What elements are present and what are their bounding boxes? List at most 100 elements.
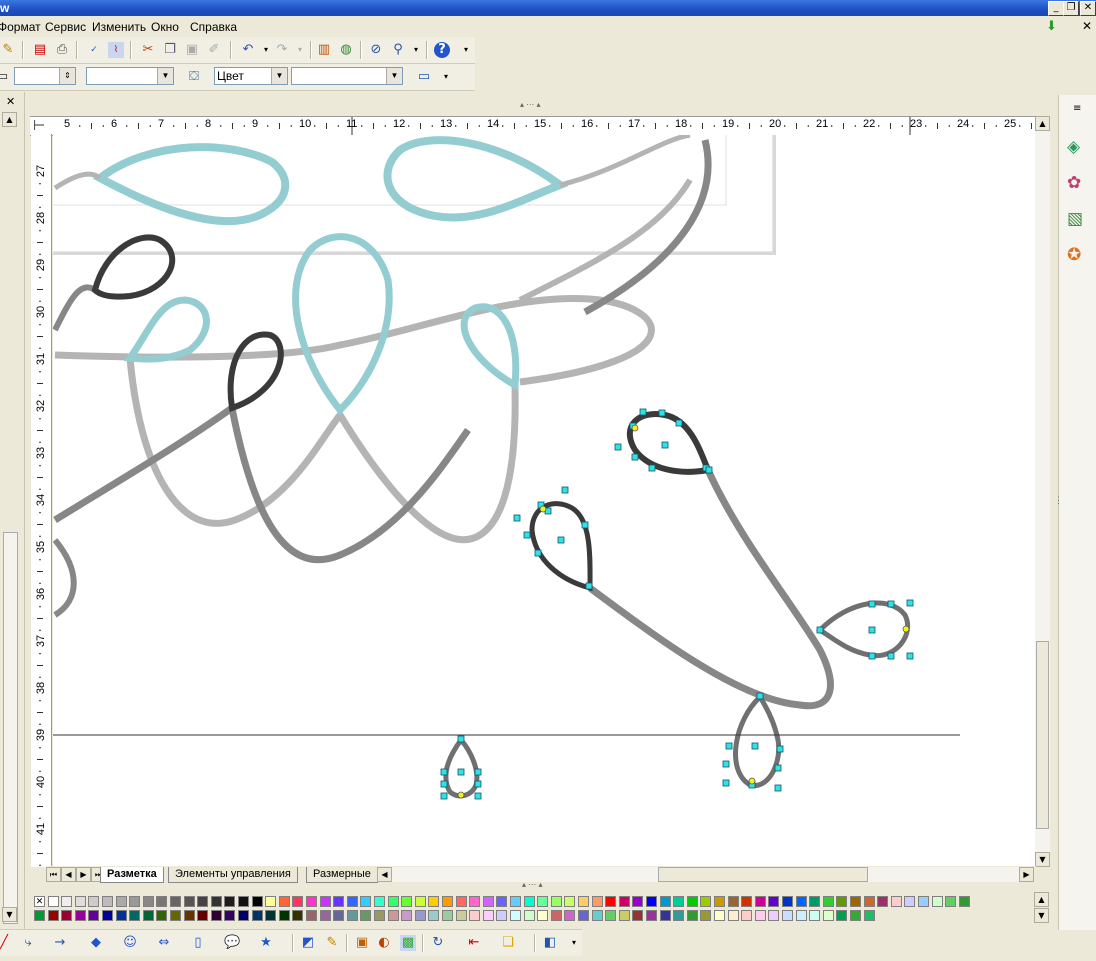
color-swatch[interactable] (306, 910, 317, 921)
control-point[interactable] (457, 791, 465, 799)
scroll-down-icon[interactable]: ▼ (1035, 852, 1050, 867)
scroll-left-icon[interactable]: ◀ (377, 867, 392, 882)
spreadsheet-icon[interactable]: ◍ (338, 42, 354, 58)
line-width-field[interactable]: ⇕ (14, 67, 76, 85)
arrow-icon[interactable]: → (52, 935, 68, 951)
handle[interactable] (561, 486, 569, 494)
color-swatch[interactable] (34, 910, 45, 921)
color-swatch[interactable] (646, 896, 657, 907)
color-swatch[interactable] (754, 896, 766, 907)
color-swatch[interactable] (224, 910, 236, 921)
handle[interactable] (705, 466, 713, 474)
color-swatch[interactable] (414, 910, 426, 921)
color-swatch[interactable] (741, 910, 753, 921)
color-swatch[interactable] (156, 896, 168, 907)
color-swatch[interactable] (850, 910, 861, 921)
color-swatch[interactable] (88, 910, 100, 921)
selected-loop[interactable] (733, 693, 782, 788)
scroll-up-icon[interactable]: ▲ (1035, 116, 1050, 131)
color-swatch[interactable] (265, 910, 277, 921)
handle[interactable] (658, 409, 666, 417)
pdf-icon[interactable]: ▤ (32, 42, 48, 58)
redo-icon[interactable]: ↷ (274, 42, 290, 58)
color-swatch[interactable] (210, 896, 222, 907)
color-swatch[interactable] (537, 896, 549, 907)
selected-loop[interactable] (626, 411, 713, 475)
color-swatch[interactable] (822, 896, 834, 907)
color-swatch[interactable] (727, 910, 739, 921)
arrange-icon[interactable]: ❏ (500, 935, 516, 951)
close-panel-icon[interactable]: ✕ (6, 95, 15, 108)
color-swatch[interactable] (183, 910, 195, 921)
scroll-right-icon[interactable]: ▶ (1019, 867, 1034, 882)
double-arrow-icon[interactable]: ⇔ (156, 935, 172, 951)
color-swatch[interactable] (632, 896, 644, 907)
color-swatch[interactable] (238, 896, 249, 907)
color-swatch[interactable] (224, 896, 236, 907)
color-swatch[interactable] (47, 896, 59, 907)
color-swatch[interactable] (156, 910, 168, 921)
color-swatch[interactable] (673, 910, 685, 921)
color-swatch[interactable] (958, 896, 970, 907)
handle[interactable] (457, 735, 465, 743)
handle[interactable] (906, 652, 914, 660)
handle[interactable] (722, 760, 730, 768)
color-swatch[interactable] (278, 896, 290, 907)
drawing-svg[interactable] (53, 135, 1035, 866)
color-swatch[interactable] (115, 896, 127, 907)
color-swatch[interactable] (537, 910, 549, 921)
color-swatch[interactable] (714, 910, 725, 921)
palette-splitter[interactable]: ▴ ⋯ ▴ (30, 880, 1030, 891)
toolbar-overflow-icon[interactable]: ▾ (438, 69, 454, 85)
color-swatch[interactable] (836, 910, 848, 921)
color-swatch[interactable] (605, 910, 617, 921)
color-swatch[interactable] (319, 896, 331, 907)
tab-dimension-lines[interactable]: Размерные (306, 867, 378, 883)
color-swatch[interactable] (102, 910, 113, 921)
restore-button[interactable]: ❐ (1063, 1, 1079, 16)
color-swatch[interactable] (414, 896, 426, 907)
menu-tools[interactable]: Сервис (45, 20, 86, 34)
handle[interactable] (756, 692, 764, 700)
color-swatch[interactable] (686, 910, 698, 921)
rectangle-icon[interactable]: ▯ (190, 935, 206, 951)
color-swatch[interactable] (605, 896, 617, 907)
handle[interactable] (614, 443, 622, 451)
color-swatch[interactable] (754, 910, 766, 921)
points-icon[interactable]: ◩ (300, 935, 316, 951)
align-icon[interactable]: ⇤ (466, 935, 482, 951)
color-swatch[interactable] (197, 896, 209, 907)
handle[interactable] (440, 768, 448, 776)
line-end-icon[interactable]: ▭ (0, 69, 10, 85)
splitter-grip-icon[interactable]: ▴ ⋯ ▴ (520, 100, 540, 109)
color-swatch[interactable] (768, 896, 780, 907)
control-point[interactable] (631, 424, 639, 432)
color-swatch[interactable] (782, 896, 793, 907)
tab-controls[interactable]: Элементы управления (168, 867, 298, 883)
drawing-canvas[interactable] (53, 135, 1035, 866)
color-swatch[interactable] (877, 896, 889, 907)
shadow-icon[interactable]: ▭ (416, 69, 432, 85)
color-swatch[interactable] (47, 910, 59, 921)
handle[interactable] (474, 768, 482, 776)
color-swatch[interactable] (278, 910, 290, 921)
styles-icon[interactable]: ✿ (1067, 173, 1087, 193)
color-swatch[interactable] (442, 896, 453, 907)
update-download-icon[interactable]: ⬇ (1046, 19, 1057, 34)
fontwork-icon[interactable]: ▩ (400, 935, 416, 951)
handle[interactable] (868, 600, 876, 608)
tab-stop-icon[interactable]: ⊢ (33, 117, 45, 133)
edit-icon[interactable]: ✎ (0, 42, 16, 58)
color-swatch[interactable] (768, 910, 780, 921)
palette-scroll-down-icon[interactable]: ▼ (1034, 908, 1049, 923)
handle[interactable] (474, 792, 482, 800)
color-swatch[interactable] (210, 910, 222, 921)
minimize-button[interactable]: _ (1048, 1, 1064, 16)
color-swatch[interactable] (346, 896, 358, 907)
control-point[interactable] (748, 777, 756, 785)
color-swatch[interactable] (700, 896, 712, 907)
handle[interactable] (631, 453, 639, 461)
toolbar-overflow-icon[interactable]: ▾ (566, 935, 582, 951)
shapes-icon[interactable]: ◐ (376, 935, 392, 951)
color-swatch[interactable] (74, 896, 86, 907)
